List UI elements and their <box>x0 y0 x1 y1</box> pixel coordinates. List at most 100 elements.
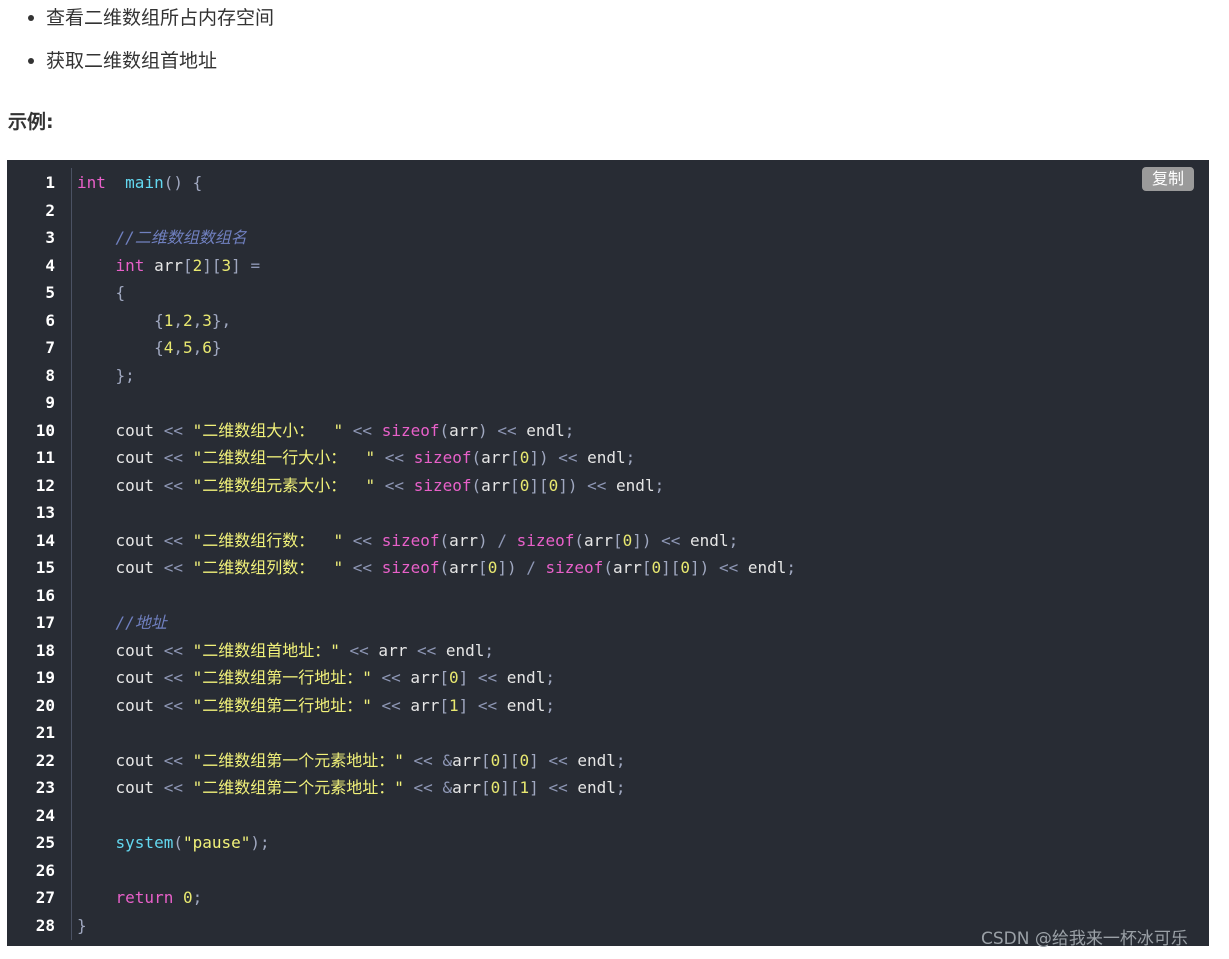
code-line: return 0; <box>77 888 203 908</box>
code-token: sizeof <box>413 448 472 467</box>
code-token: endl <box>436 640 485 660</box>
code-line: cout << "二维数组元素大小： " << sizeof(arr[0][0]… <box>77 475 665 496</box>
line-number: 22 <box>35 750 55 770</box>
code-token: ; <box>564 420 575 440</box>
code-line: cout << "二维数组第一个元素地址：" << &arr[0][0] << … <box>77 751 626 771</box>
code-token: "二维数组第一个元素地址：" <box>192 750 404 770</box>
line-number: 21 <box>35 723 55 742</box>
line-number: 25 <box>35 833 55 852</box>
code-token: arr <box>584 530 613 550</box>
code-line: cout << "二维数组列数： " << sizeof(arr[0]) / s… <box>77 558 797 578</box>
code-token: sizeof <box>413 475 472 495</box>
code-token: [ <box>480 778 491 797</box>
code-token: arr <box>144 255 183 275</box>
example-heading: 示例: <box>8 111 54 133</box>
code-token: int <box>77 173 106 192</box>
gutter-divider <box>71 168 72 940</box>
code-token: 0 <box>519 750 530 770</box>
code-token: 0 <box>490 778 501 797</box>
code-token: 0 <box>490 750 501 770</box>
code-token: endl <box>680 530 729 550</box>
code-token: sizeof <box>381 530 440 550</box>
code-token: [ <box>480 750 491 770</box>
code-token: return <box>115 888 174 907</box>
code-token: ]) <box>690 558 710 577</box>
line-number: 16 <box>35 585 55 605</box>
bullet-text: 获取二维数组首地址 <box>46 50 218 72</box>
code-token: //二维数组数组名 <box>115 228 247 247</box>
code-token: ]) <box>497 558 517 577</box>
code-line: {4,5,6} <box>77 338 221 358</box>
code-token: ; <box>615 750 626 770</box>
code-token: 2 <box>192 255 203 275</box>
code-line: cout << "二维数组首地址：" << arr << endl; <box>77 640 495 661</box>
code-token: "二维数组元素大小： " <box>192 475 376 495</box>
code-token: << <box>349 640 369 660</box>
code-token: ( <box>574 530 585 550</box>
code-token: << <box>477 695 498 715</box>
code-token: ( <box>439 558 450 577</box>
code-line: //地址 <box>77 613 167 633</box>
code-token: endl <box>516 420 565 440</box>
code-token: ] <box>529 778 539 797</box>
code-line: { <box>77 283 126 303</box>
code-token: [ <box>182 255 193 275</box>
line-number: 11 <box>35 448 55 467</box>
code-token: cout <box>77 640 164 660</box>
code-token: << <box>413 750 433 770</box>
code-block[interactable]: 1 2 3 4 5 6 7 8 9 10 11 12 13 14 15 16 17 18 19 20 21 22 23 24 2… <box>7 160 1209 946</box>
code-token: ) <box>478 420 488 440</box>
code-token: arr <box>612 558 642 577</box>
code-token: << <box>163 530 183 550</box>
code-token: 6 <box>202 338 212 357</box>
code-token: cout <box>77 668 164 687</box>
copy-button[interactable]: 复制 <box>1141 167 1194 191</box>
code-token: [ <box>439 695 449 715</box>
code-token: << <box>477 668 498 687</box>
code-token: 1 <box>519 778 530 797</box>
line-number: 18 <box>35 640 55 660</box>
watermark: CSDN @给我来一杯冰可乐 <box>981 929 1188 949</box>
code-token: ] <box>458 668 469 687</box>
code-token: arr <box>452 778 481 797</box>
code-token: 0 <box>182 888 193 907</box>
code-token: ); <box>250 833 270 852</box>
code-token: 3 <box>221 255 232 275</box>
code-token: 0 <box>448 668 459 687</box>
line-number-gutter: 1 2 3 4 5 6 7 8 9 10 11 12 13 14 15 16 17 18 19 20 21 22 23 24 2… <box>7 160 65 946</box>
code-token: << <box>352 558 373 577</box>
code-token: [ <box>641 558 652 577</box>
code-token: << <box>416 640 437 660</box>
code-token: , <box>192 338 203 357</box>
code-token: "二维数组一行大小： " <box>192 448 376 467</box>
code-token: sizeof <box>516 530 575 550</box>
code-token: cout <box>77 420 164 440</box>
code-token: ; <box>545 695 555 715</box>
code-token: ; <box>615 778 626 797</box>
line-number: 14 <box>35 530 55 550</box>
code-token: endl <box>497 668 546 687</box>
code-token: }, <box>211 310 232 330</box>
code-token: 1 <box>448 695 459 715</box>
code-token: "二维数组列数： " <box>192 558 344 577</box>
line-number: 20 <box>35 695 55 715</box>
